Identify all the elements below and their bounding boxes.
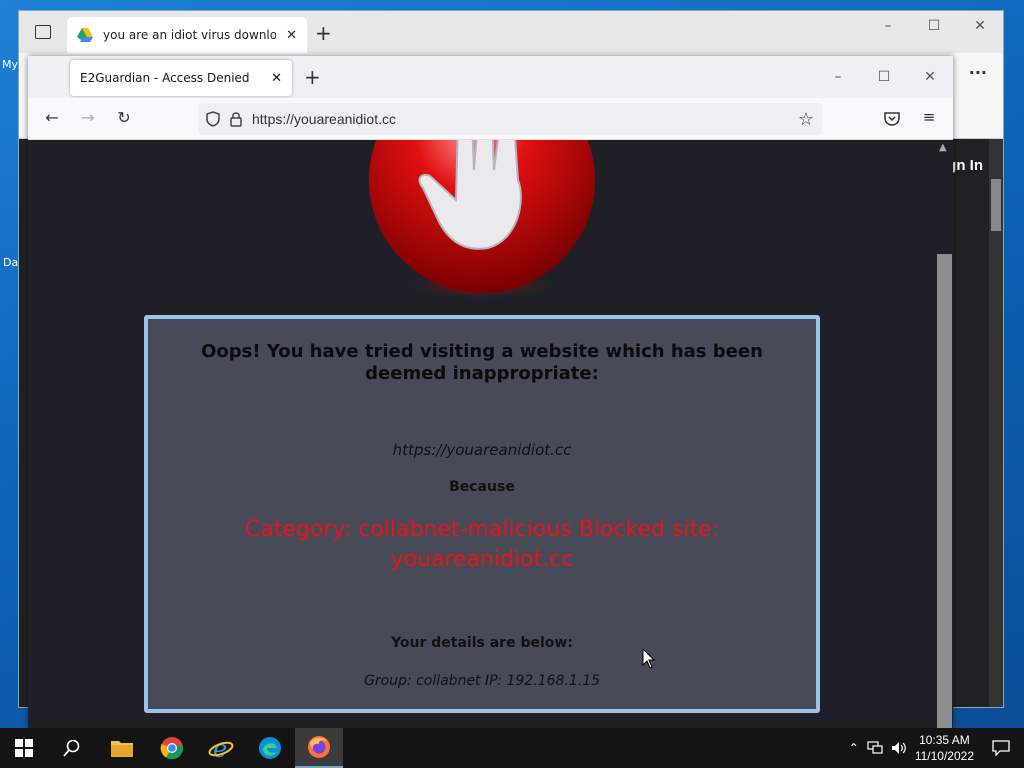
- system-tray: ⌃ 10:35 AM 11/10/2022: [849, 728, 1024, 768]
- stop-hand-icon: [368, 140, 596, 300]
- notification-icon[interactable]: [992, 740, 1010, 756]
- volume-icon[interactable]: [891, 741, 907, 755]
- clock-time: 10:35 AM: [919, 733, 970, 747]
- windows-logo-icon: [15, 739, 33, 757]
- edge-button[interactable]: [246, 728, 294, 768]
- bookmark-star-icon[interactable]: ☆: [798, 109, 814, 130]
- search-button[interactable]: [48, 728, 96, 768]
- file-explorer-button[interactable]: [98, 728, 146, 768]
- close-tab-icon[interactable]: ✕: [271, 71, 282, 86]
- forward-arrow-icon[interactable]: →: [76, 108, 100, 127]
- firefox-icon: [308, 736, 330, 758]
- page-content: Oops! You have tried visiting a website …: [28, 140, 936, 728]
- clock[interactable]: 10:35 AM 11/10/2022: [915, 732, 974, 764]
- block-reason: Category: collabnet-malicious Blocked si…: [244, 517, 720, 572]
- blocked-url: https://youareanidiot.cc: [392, 441, 572, 459]
- edge-icon: [259, 737, 281, 759]
- maximize-button[interactable]: ☐: [911, 11, 957, 41]
- scrollbar-thumb[interactable]: [937, 254, 952, 728]
- settings-menu-icon[interactable]: ···: [969, 63, 987, 82]
- minimize-button[interactable]: –: [815, 62, 861, 92]
- edge-tab-title: you are an idiot virus download: [103, 28, 277, 42]
- clock-date: 11/10/2022: [914, 749, 974, 763]
- lock-icon[interactable]: [230, 111, 242, 127]
- svg-text:e: e: [213, 736, 227, 760]
- block-message-panel: Oops! You have tried visiting a website …: [144, 315, 820, 713]
- scrollbar-thumb[interactable]: [991, 179, 1001, 231]
- internet-explorer-icon: e: [208, 736, 234, 760]
- internet-explorer-button[interactable]: e: [197, 728, 245, 768]
- firefox-tab-title: E2Guardian - Access Denied: [80, 71, 250, 85]
- edge-tab[interactable]: you are an idiot virus download ✕: [67, 17, 307, 53]
- because-label: Because: [449, 479, 515, 495]
- desktop-icon-label[interactable]: Da: [3, 256, 18, 269]
- close-button[interactable]: ✕: [907, 62, 953, 92]
- firefox-tab[interactable]: E2Guardian - Access Denied ✕: [70, 60, 292, 96]
- desktop: My Da you are an idiot virus download ✕ …: [0, 0, 1024, 728]
- new-tab-button[interactable]: +: [315, 23, 332, 43]
- network-icon[interactable]: [867, 741, 883, 755]
- shield-icon[interactable]: [206, 111, 220, 127]
- close-tab-icon[interactable]: ✕: [286, 28, 297, 43]
- edge-tab-bar: you are an idiot virus download ✕ + – ☐ …: [19, 11, 1003, 53]
- close-button[interactable]: ✕: [957, 11, 1003, 41]
- edge-scrollbar[interactable]: [989, 139, 1003, 707]
- folder-icon: [111, 741, 133, 757]
- group-ip-info: Group: collabnet IP: 192.168.1.15: [363, 673, 601, 689]
- reload-icon[interactable]: ↻: [112, 108, 136, 127]
- search-icon: [63, 739, 80, 757]
- page-scrollbar[interactable]: ▲: [936, 140, 953, 728]
- firefox-button[interactable]: [295, 728, 343, 768]
- details-label: Your details are below:: [391, 635, 573, 651]
- block-title: Oops! You have tried visiting a website …: [201, 341, 763, 384]
- url-text[interactable]: https://youareanidiot.cc: [252, 111, 788, 127]
- back-arrow-icon[interactable]: ←: [40, 108, 64, 127]
- start-button[interactable]: [0, 728, 48, 768]
- firefox-window: E2Guardian - Access Denied ✕ + – ☐ ✕ ← →…: [28, 56, 953, 728]
- scroll-up-arrow-icon[interactable]: ▲: [939, 142, 947, 153]
- pocket-icon[interactable]: [884, 111, 900, 126]
- url-bar[interactable]: https://youareanidiot.cc ☆: [198, 103, 822, 135]
- new-tab-button[interactable]: +: [304, 67, 321, 87]
- taskbar: e ⌃ 10:35 AM 11/10/2022: [0, 728, 1024, 768]
- firefox-tab-bar: E2Guardian - Access Denied ✕ + – ☐ ✕: [28, 56, 953, 98]
- google-drive-icon: [77, 28, 93, 42]
- maximize-button[interactable]: ☐: [861, 62, 907, 92]
- chevron-up-icon[interactable]: ⌃: [849, 741, 859, 755]
- chrome-button[interactable]: [148, 728, 196, 768]
- hamburger-menu-icon[interactable]: ≡: [917, 108, 941, 126]
- firefox-nav-bar: ← → ↻ https://youareanidiot.cc ☆ ≡: [28, 98, 953, 140]
- tab-actions-icon[interactable]: [35, 25, 51, 39]
- desktop-icon-label[interactable]: My: [2, 58, 18, 71]
- mouse-cursor-icon: [642, 648, 656, 669]
- chrome-icon: [160, 737, 184, 760]
- minimize-button[interactable]: –: [865, 11, 911, 41]
